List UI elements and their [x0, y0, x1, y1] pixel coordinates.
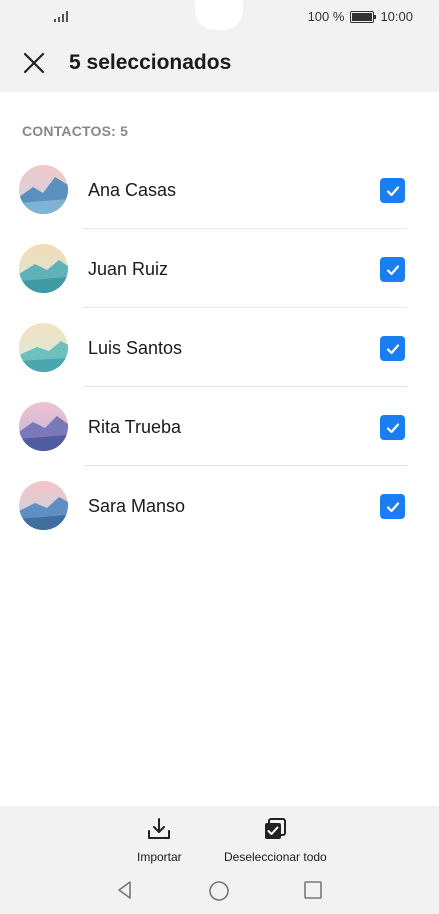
check-icon [386, 185, 399, 196]
contact-name: Juan Ruiz [88, 259, 169, 279]
battery-percent: 100 % [307, 9, 345, 24]
check-icon [386, 343, 399, 354]
selected-checkbox[interactable] [380, 257, 405, 282]
contact-row[interactable]: Ana Casas [0, 150, 439, 229]
selected-checkbox[interactable] [380, 336, 405, 361]
avatar [19, 481, 68, 530]
avatar [19, 244, 68, 293]
check-icon [386, 422, 399, 433]
contact-name: Sara Manso [88, 496, 186, 516]
avatar [19, 402, 68, 451]
status-right: 100 % 10:00 [308, 9, 413, 24]
page-title: 5 seleccionados [69, 51, 232, 74]
contact-name: Rita Trueba [88, 417, 182, 437]
deselect-all-button[interactable]: Deseleccionar todo [224, 816, 327, 864]
contact-name: Luis Santos [88, 338, 183, 358]
selected-checkbox[interactable] [380, 178, 405, 203]
download-icon [148, 818, 171, 839]
selected-checkbox[interactable] [380, 494, 405, 519]
import-button[interactable]: Importar [137, 816, 182, 864]
contact-row[interactable]: Juan Ruiz [0, 229, 439, 308]
screen: 100 % 10:00 5 seleccionados CONTACTOS: 5… [0, 0, 439, 914]
camera-notch [195, 0, 243, 30]
back-nav-icon[interactable] [115, 880, 135, 900]
top-bar: 100 % 10:00 5 seleccionados [0, 0, 439, 92]
contact-list: Ana Casas Juan Ruiz Luis Santos Rita Tru… [0, 150, 439, 545]
recents-nav-icon[interactable] [303, 880, 323, 900]
check-icon [386, 501, 399, 512]
clock: 10:00 [380, 9, 413, 24]
import-label: Importar [137, 850, 182, 864]
avatar [19, 323, 68, 372]
avatar [19, 165, 68, 214]
contact-row[interactable]: Rita Trueba [0, 387, 439, 466]
signal-icon [54, 11, 68, 22]
deselect-all-label: Deseleccionar todo [224, 850, 327, 864]
check-icon [386, 264, 399, 275]
contact-name: Ana Casas [88, 180, 177, 200]
close-icon[interactable] [20, 49, 48, 77]
contact-row[interactable]: Sara Manso [0, 466, 439, 545]
deselect-all-icon [265, 818, 287, 839]
selected-checkbox[interactable] [380, 415, 405, 440]
battery-icon [350, 10, 377, 23]
contacts-count-label: CONTACTOS: 5 [22, 123, 129, 139]
bottom-bar: Importar Deseleccionar todo [0, 806, 439, 914]
home-nav-icon[interactable] [208, 880, 230, 902]
contact-row[interactable]: Luis Santos [0, 308, 439, 387]
